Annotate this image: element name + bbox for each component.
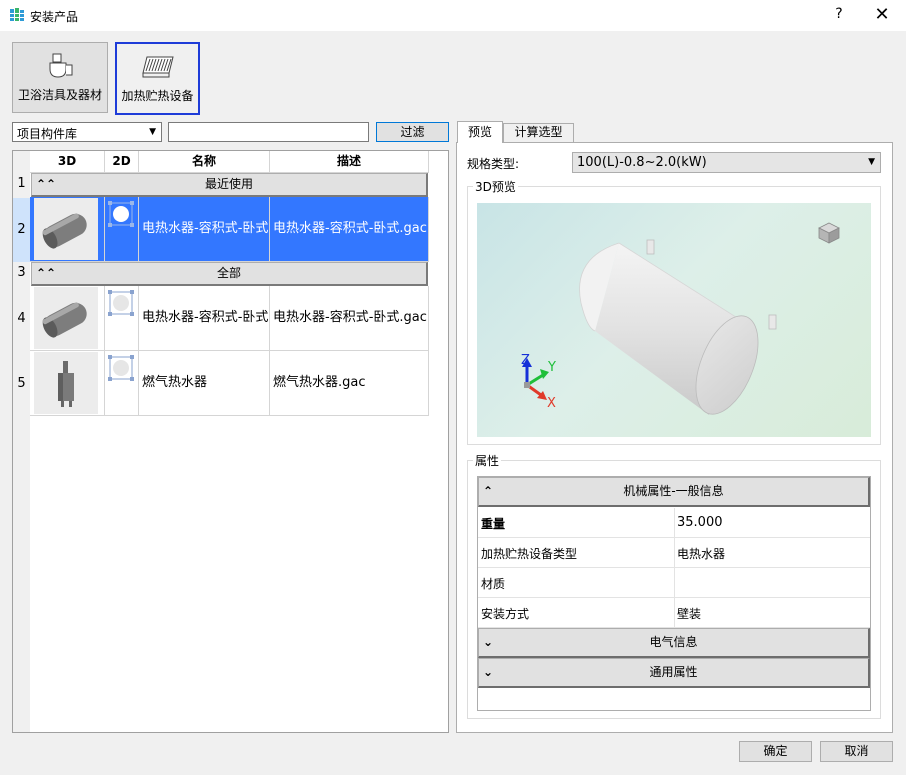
column-header-name[interactable]: 名称: [139, 151, 270, 173]
group-recent-bar[interactable]: ⌃⌃ 最近使用: [31, 173, 428, 197]
group-all-bar[interactable]: ⌃⌃ 全部: [31, 262, 428, 286]
section-electrical-bar[interactable]: ⌄ 电气信息: [478, 628, 870, 658]
preview-3d-legend: 3D预览: [473, 178, 518, 195]
property-grid: ⌃ 机械属性-一般信息 重量 35.000 加热贮热设备类型 电热水器 材质 安…: [477, 476, 871, 711]
thumb-3d: [30, 351, 105, 416]
category-label: 加热贮热设备: [121, 89, 194, 103]
group-label: 最近使用: [204, 177, 253, 191]
row-number: 4: [17, 311, 26, 326]
column-header-desc[interactable]: 描述: [270, 151, 429, 173]
category-sanitary-button[interactable]: 卫浴洁具及器材: [12, 42, 108, 113]
library-select[interactable]: 项目构件库 ▼: [12, 122, 162, 142]
preview-3d-viewport[interactable]: Z Y X: [477, 203, 871, 437]
cell-desc: 燃气热水器.gac: [270, 351, 429, 416]
title-bar: 安装产品 ? ✕: [0, 0, 906, 31]
water-tank-icon: [42, 302, 87, 338]
expand-icon: ⌄: [483, 665, 494, 679]
symbol-2d-icon: [108, 290, 134, 316]
thumb-2d: [105, 351, 139, 416]
chevron-down-icon: ▼: [149, 127, 156, 137]
axis-z-label: Z: [521, 353, 530, 368]
window-title: 安装产品: [30, 10, 79, 24]
property-row[interactable]: 材质: [478, 568, 870, 598]
property-value[interactable]: 壁装: [677, 605, 701, 622]
tab-preview[interactable]: 预览: [457, 121, 503, 143]
property-row[interactable]: 重量 35.000: [478, 508, 870, 538]
sanitary-icon: [49, 53, 73, 78]
properties-legend: 属性: [473, 452, 502, 469]
row-number: 5: [17, 376, 26, 391]
filter-button[interactable]: 过滤: [376, 122, 449, 142]
collapse-icon: ⌃⌃: [36, 266, 57, 280]
thumb-2d: [105, 197, 139, 262]
section-title: 机械属性-一般信息: [623, 484, 724, 498]
category-heater-button[interactable]: 加热贮热设备: [115, 42, 200, 115]
spec-type-label: 规格类型:: [467, 157, 520, 171]
tank-3d-model: [522, 222, 840, 415]
cell-name: 电热水器-容积式-卧式: [139, 197, 270, 262]
property-name: 安装方式: [481, 607, 530, 621]
spec-type-select[interactable]: 100(L)-0.8~2.0(kW) ▼: [572, 152, 881, 173]
row-number: 1: [17, 176, 26, 191]
row-number: 2: [13, 198, 30, 262]
section-title: 通用属性: [649, 665, 698, 679]
group-label: 全部: [216, 266, 241, 280]
property-value[interactable]: 电热水器: [677, 545, 725, 562]
section-title: 电气信息: [649, 635, 698, 649]
view-cube-icon: [818, 222, 840, 244]
property-name: 加热贮热设备类型: [481, 547, 578, 561]
property-name: 材质: [481, 577, 506, 591]
row-number: 3: [17, 265, 26, 280]
cell-desc: 电热水器-容积式-卧式.gac: [270, 197, 429, 262]
thumb-3d: [30, 286, 105, 351]
category-label: 卫浴洁具及器材: [17, 88, 102, 102]
search-input[interactable]: [168, 122, 369, 142]
property-row[interactable]: 加热贮热设备类型 电热水器: [478, 538, 870, 568]
collapse-icon: ⌃⌃: [36, 177, 57, 191]
chevron-down-icon: ▼: [868, 157, 875, 167]
axis-y-label: Y: [548, 360, 556, 375]
app-icon: [9, 7, 25, 23]
ok-button[interactable]: 确定: [739, 741, 812, 762]
tab-calculation[interactable]: 计算选型: [503, 123, 574, 142]
axis-x-label: X: [547, 396, 556, 411]
water-tank-icon: [42, 213, 87, 249]
cell-desc: 电热水器-容积式-卧式.gac: [270, 286, 429, 351]
heater-icon: [141, 56, 174, 78]
thumb-3d: [30, 197, 105, 262]
cell-name: 燃气热水器: [139, 351, 270, 416]
close-button[interactable]: ✕: [872, 4, 892, 25]
cancel-button[interactable]: 取消: [820, 741, 893, 762]
property-name: 重量: [481, 517, 506, 531]
column-header-2d[interactable]: 2D: [105, 151, 139, 173]
gas-heater-icon: [58, 361, 74, 407]
property-value[interactable]: 35.000: [677, 515, 723, 530]
column-header-3d[interactable]: 3D: [30, 151, 105, 173]
section-general-bar[interactable]: ⌄ 通用属性: [478, 658, 870, 688]
property-row[interactable]: 安装方式 壁装: [478, 598, 870, 628]
product-grid: 3D 2D 名称 描述 1 ⌃⌃ 最近使用 2 电热水器-容积式-卧式 电热水器…: [12, 150, 449, 733]
collapse-icon: ⌃: [483, 484, 494, 498]
section-mechanical-bar[interactable]: ⌃ 机械属性-一般信息: [478, 477, 870, 507]
symbol-2d-icon: [108, 201, 134, 227]
symbol-2d-icon: [108, 355, 134, 381]
library-select-value: 项目构件库: [17, 127, 78, 141]
help-button[interactable]: ?: [832, 6, 846, 22]
thumb-2d: [105, 286, 139, 351]
expand-icon: ⌄: [483, 635, 494, 649]
cell-name: 电热水器-容积式-卧式: [139, 286, 270, 351]
spec-type-value: 100(L)-0.8~2.0(kW): [577, 155, 707, 170]
